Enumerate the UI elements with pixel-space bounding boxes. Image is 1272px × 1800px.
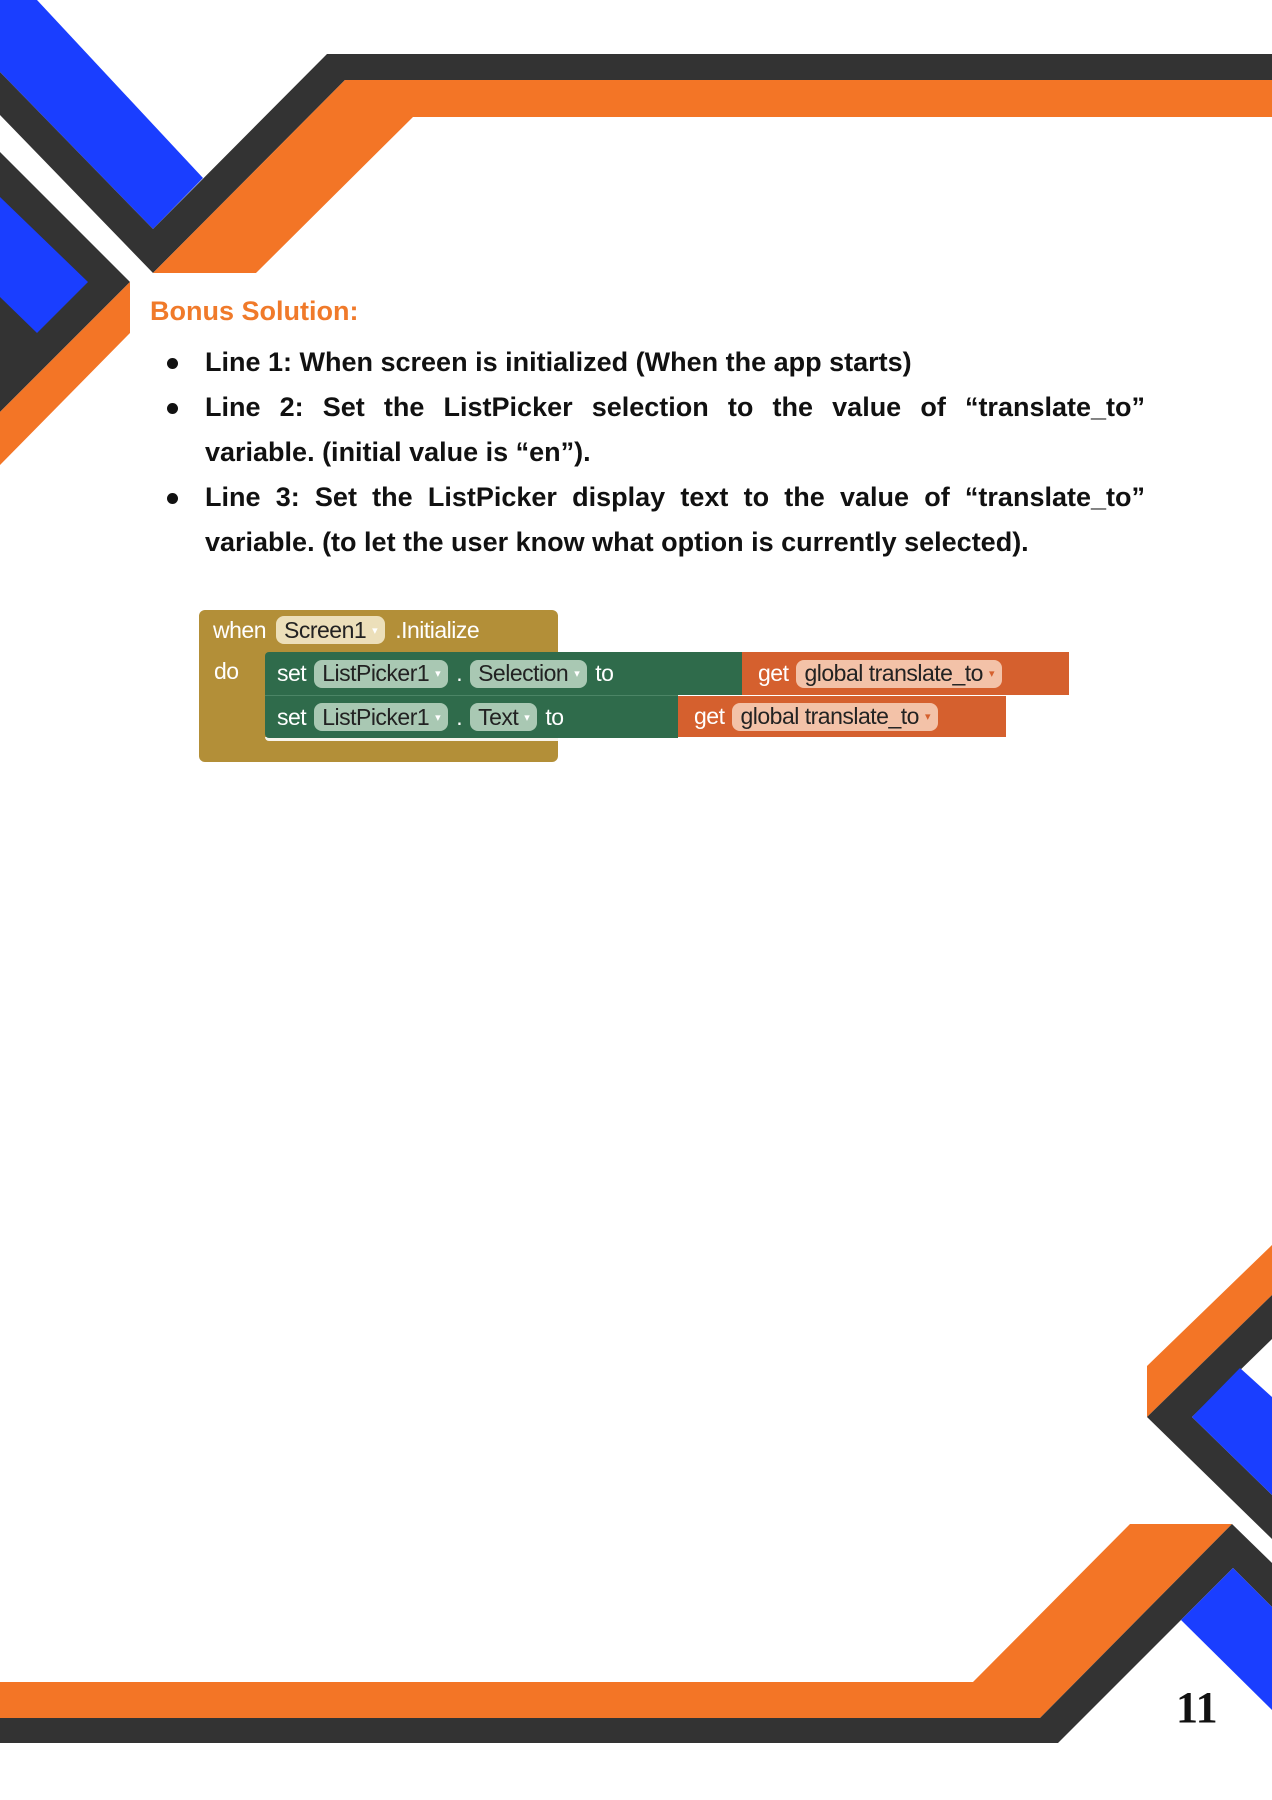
variable-name: global translate_to: [740, 703, 919, 729]
dot-separator: .: [456, 703, 463, 730]
section-heading: Bonus Solution:: [150, 296, 359, 326]
bullet-icon: [167, 403, 178, 414]
property-dropdown[interactable]: Selection ▾: [470, 659, 588, 688]
property-name: Text: [478, 703, 519, 730]
when-label: when: [213, 616, 266, 643]
event-name: .Initialize: [395, 616, 480, 643]
bullet-text: Line 3: Set the ListPicker display text …: [205, 482, 1145, 557]
bullet-icon: [167, 358, 178, 369]
dropdown-arrow-icon: ▾: [574, 668, 580, 680]
variable-dropdown[interactable]: global translate_to ▾: [732, 702, 938, 731]
bullet-text: Line 2: Set the ListPicker selection to …: [205, 392, 1145, 467]
page-number: 11: [1176, 1683, 1218, 1732]
to-label: to: [595, 660, 614, 686]
bullet-item: Line 1: When screen is initialized (When…: [165, 340, 1145, 385]
variable-name: global translate_to: [804, 660, 983, 686]
dropdown-arrow-icon: ▾: [435, 711, 441, 724]
dropdown-arrow-icon: ▾: [435, 668, 441, 680]
set-block-selection: set ListPicker1 ▾ . Selection ▾ to: [265, 652, 742, 695]
bullet-item: Line 2: Set the ListPicker selection to …: [165, 385, 1145, 475]
variable-dropdown[interactable]: global translate_to ▾: [796, 659, 1002, 688]
dropdown-arrow-icon: ▾: [524, 711, 530, 724]
event-header: when Screen1 ▾ .Initialize: [199, 612, 480, 648]
get-block-selection: get global translate_to ▾: [742, 652, 1069, 695]
dropdown-arrow-icon: ▾: [924, 711, 931, 723]
set-label: set: [277, 703, 307, 730]
dropdown-arrow-icon: ▾: [372, 624, 378, 637]
page-decoration: [0, 0, 1272, 1743]
decor-orange-band-top: [153, 80, 1272, 273]
dot-separator: .: [456, 660, 463, 686]
component-name: ListPicker1: [322, 660, 430, 686]
get-label: get: [758, 660, 789, 686]
set-label: set: [277, 660, 307, 686]
property-dropdown[interactable]: Text ▾: [470, 703, 538, 731]
component-name: ListPicker1: [322, 703, 430, 730]
bullet-icon: [167, 493, 178, 504]
do-label: do: [214, 658, 239, 684]
set-block-text: set ListPicker1 ▾ . Text ▾ to: [265, 695, 678, 738]
component-dropdown[interactable]: ListPicker1 ▾: [314, 703, 449, 731]
property-name: Selection: [478, 660, 569, 686]
dropdown-arrow-icon: ▾: [988, 668, 995, 680]
get-label: get: [694, 703, 725, 729]
component-name: Screen1: [283, 616, 367, 643]
component-dropdown[interactable]: ListPicker1 ▾: [314, 659, 449, 688]
decor-orange-band-bottom: [0, 1524, 1232, 1718]
component-dropdown[interactable]: Screen1 ▾: [275, 616, 386, 644]
get-block-text: get global translate_to ▾: [678, 696, 1006, 737]
to-label: to: [545, 703, 564, 730]
bullet-text: Line 1: When screen is initialized (When…: [205, 347, 912, 377]
bullet-list: Line 1: When screen is initialized (When…: [165, 340, 1145, 565]
bullet-item: Line 3: Set the ListPicker display text …: [165, 475, 1145, 565]
